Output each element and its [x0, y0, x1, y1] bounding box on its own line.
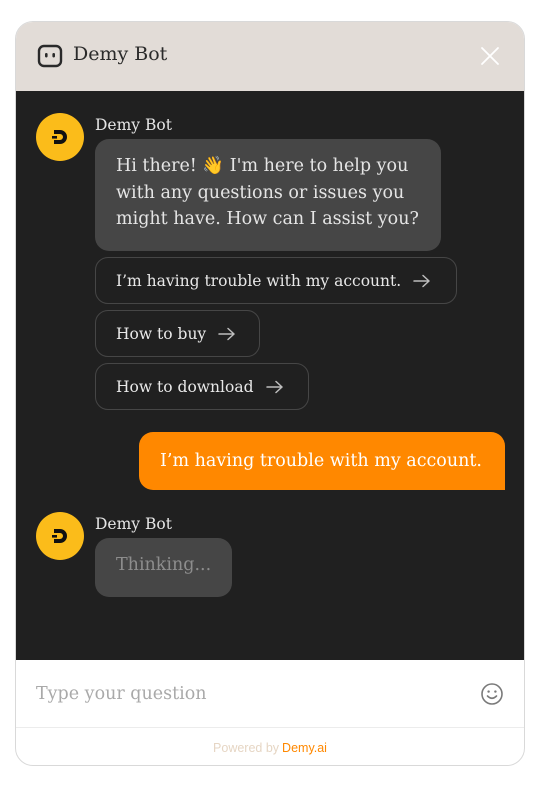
message-list[interactable]: Demy Bot Hi there! 👋 I'm here to help yo…	[16, 91, 524, 660]
quick-reply-label: How to buy	[116, 324, 207, 343]
quick-reply-button[interactable]: How to download	[95, 363, 309, 410]
user-message-bubble: I’m having trouble with my account.	[139, 432, 505, 490]
demy-logo-icon	[52, 529, 67, 543]
quick-reply-button[interactable]: I’m having trouble with my account.	[95, 257, 457, 304]
composer	[16, 660, 524, 728]
message-text: Hi there! 👋 I'm here to help you with an…	[116, 156, 419, 229]
quick-reply-label: I’m having trouble with my account.	[116, 271, 402, 290]
bot-avatar	[36, 512, 84, 560]
chat-header: Demy Bot	[16, 22, 524, 91]
demy-logo-icon	[52, 130, 67, 144]
bot-message-bubble: Thinking...	[95, 538, 232, 597]
thinking-indicator: Thinking...	[116, 555, 212, 575]
message-sender: Demy Bot	[95, 515, 172, 533]
close-icon[interactable]	[480, 46, 500, 66]
question-input[interactable]	[36, 676, 456, 712]
powered-by-label: Powered by	[213, 740, 280, 755]
chat-title: Demy Bot	[73, 43, 168, 65]
chat-bot-icon	[37, 44, 63, 68]
bot-message-bubble: Hi there! 👋 I'm here to help you with an…	[95, 139, 441, 251]
quick-reply-button[interactable]: How to buy	[95, 310, 260, 357]
powered-by-footer: Powered by Demy.ai	[16, 728, 524, 765]
quick-reply-label: How to download	[116, 377, 254, 396]
chat-widget: Demy Bot Demy Bot Hi there! 👋 I'm here t…	[15, 21, 525, 766]
arrow-right-icon	[265, 380, 283, 393]
brand-link[interactable]: Demy.ai	[282, 741, 327, 755]
arrow-right-icon	[218, 327, 235, 340]
message-sender: Demy Bot	[95, 116, 172, 134]
arrow-right-icon	[413, 274, 430, 287]
message-text: I’m having trouble with my account.	[160, 451, 482, 471]
emoji-icon[interactable]	[480, 682, 504, 706]
bot-avatar	[36, 113, 84, 161]
